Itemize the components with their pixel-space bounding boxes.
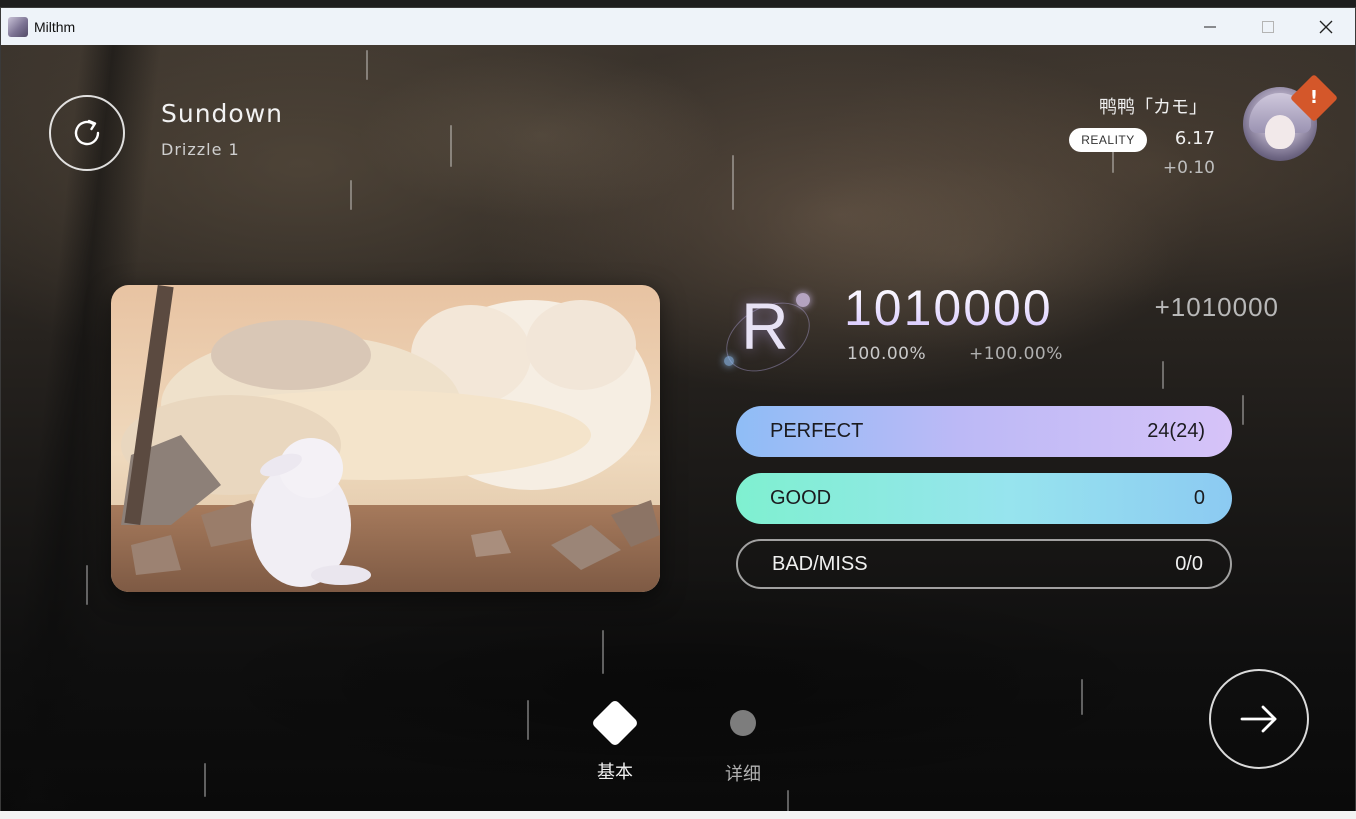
tab-detail[interactable]: 详细 — [703, 695, 783, 786]
rain-streak — [366, 50, 368, 80]
judgement-count: 24(24) — [1147, 420, 1205, 442]
player-name: 鸭鸭「カモ」 — [1099, 97, 1207, 118]
judgement-bad-miss: BAD/MISS 0/0 — [736, 539, 1232, 589]
rank-orb — [724, 356, 734, 366]
window-title: Milthm — [34, 18, 76, 35]
alert-icon: ! — [1309, 87, 1319, 108]
close-button[interactable] — [1297, 8, 1355, 45]
judgement-label: BAD/MISS — [772, 552, 868, 575]
avatar-face — [1265, 115, 1295, 149]
rain-streak — [527, 700, 529, 740]
maximize-icon — [1262, 20, 1274, 33]
rank-letter: R — [741, 289, 789, 363]
minimize-button[interactable] — [1181, 8, 1239, 45]
accuracy-delta: +100.00% — [969, 344, 1063, 364]
rain-streak — [602, 630, 604, 674]
rain-streak — [1242, 395, 1244, 425]
rain-streak — [204, 763, 206, 797]
judgement-count: 0 — [1193, 487, 1205, 509]
reality-badge: REALITY — [1069, 128, 1147, 152]
song-title: Sundown — [161, 99, 284, 128]
tab-basic[interactable]: 基本 — [575, 695, 655, 784]
rain-streak — [787, 790, 789, 811]
song-illustration — [111, 285, 660, 592]
rank-orb — [796, 293, 810, 307]
accuracy: 100.00% — [847, 344, 927, 364]
tab-label: 详细 — [725, 764, 761, 785]
close-icon — [1319, 20, 1333, 33]
rain-streak — [732, 155, 734, 210]
retry-icon — [74, 119, 100, 146]
illustration-art — [111, 285, 660, 592]
player-rating-delta: +0.10 — [1162, 158, 1215, 178]
rain-streak — [1081, 679, 1083, 715]
rain-streak — [1162, 361, 1164, 389]
judgement-perfect: PERFECT 24(24) — [736, 406, 1232, 457]
window-controls — [1181, 8, 1355, 45]
minimize-icon — [1204, 26, 1216, 27]
app-icon — [8, 16, 28, 37]
score: 1010000 — [844, 280, 1053, 336]
judgement-label: GOOD — [770, 487, 832, 509]
judgement-label: PERFECT — [770, 420, 864, 442]
rain-streak — [86, 565, 88, 605]
song-difficulty: Drizzle 1 — [161, 140, 240, 159]
tab-label: 基本 — [597, 762, 633, 783]
next-button[interactable] — [1209, 669, 1309, 769]
judgement-count: 0/0 — [1175, 552, 1203, 575]
maximize-button[interactable] — [1239, 8, 1297, 45]
rain-streak — [450, 125, 452, 167]
arrow-right-icon — [1240, 705, 1277, 733]
result-screen: Sundown Drizzle 1 鸭鸭「カモ」 REALITY 6.17 +0… — [1, 45, 1355, 811]
player-rating: 6.17 — [1174, 128, 1215, 149]
diamond-icon — [590, 698, 640, 748]
rain-streak — [350, 180, 352, 210]
retry-button[interactable] — [49, 95, 125, 171]
desktop-background-bottom — [0, 811, 1356, 819]
app-window: Milthm Sundown Drizzle 1 鸭鸭「カモ」 REALITY … — [0, 7, 1356, 812]
judgement-good: GOOD 0 — [736, 473, 1232, 524]
score-delta: +1010000 — [1154, 292, 1279, 322]
title-bar: Milthm — [1, 8, 1355, 45]
dot-icon — [730, 710, 756, 736]
